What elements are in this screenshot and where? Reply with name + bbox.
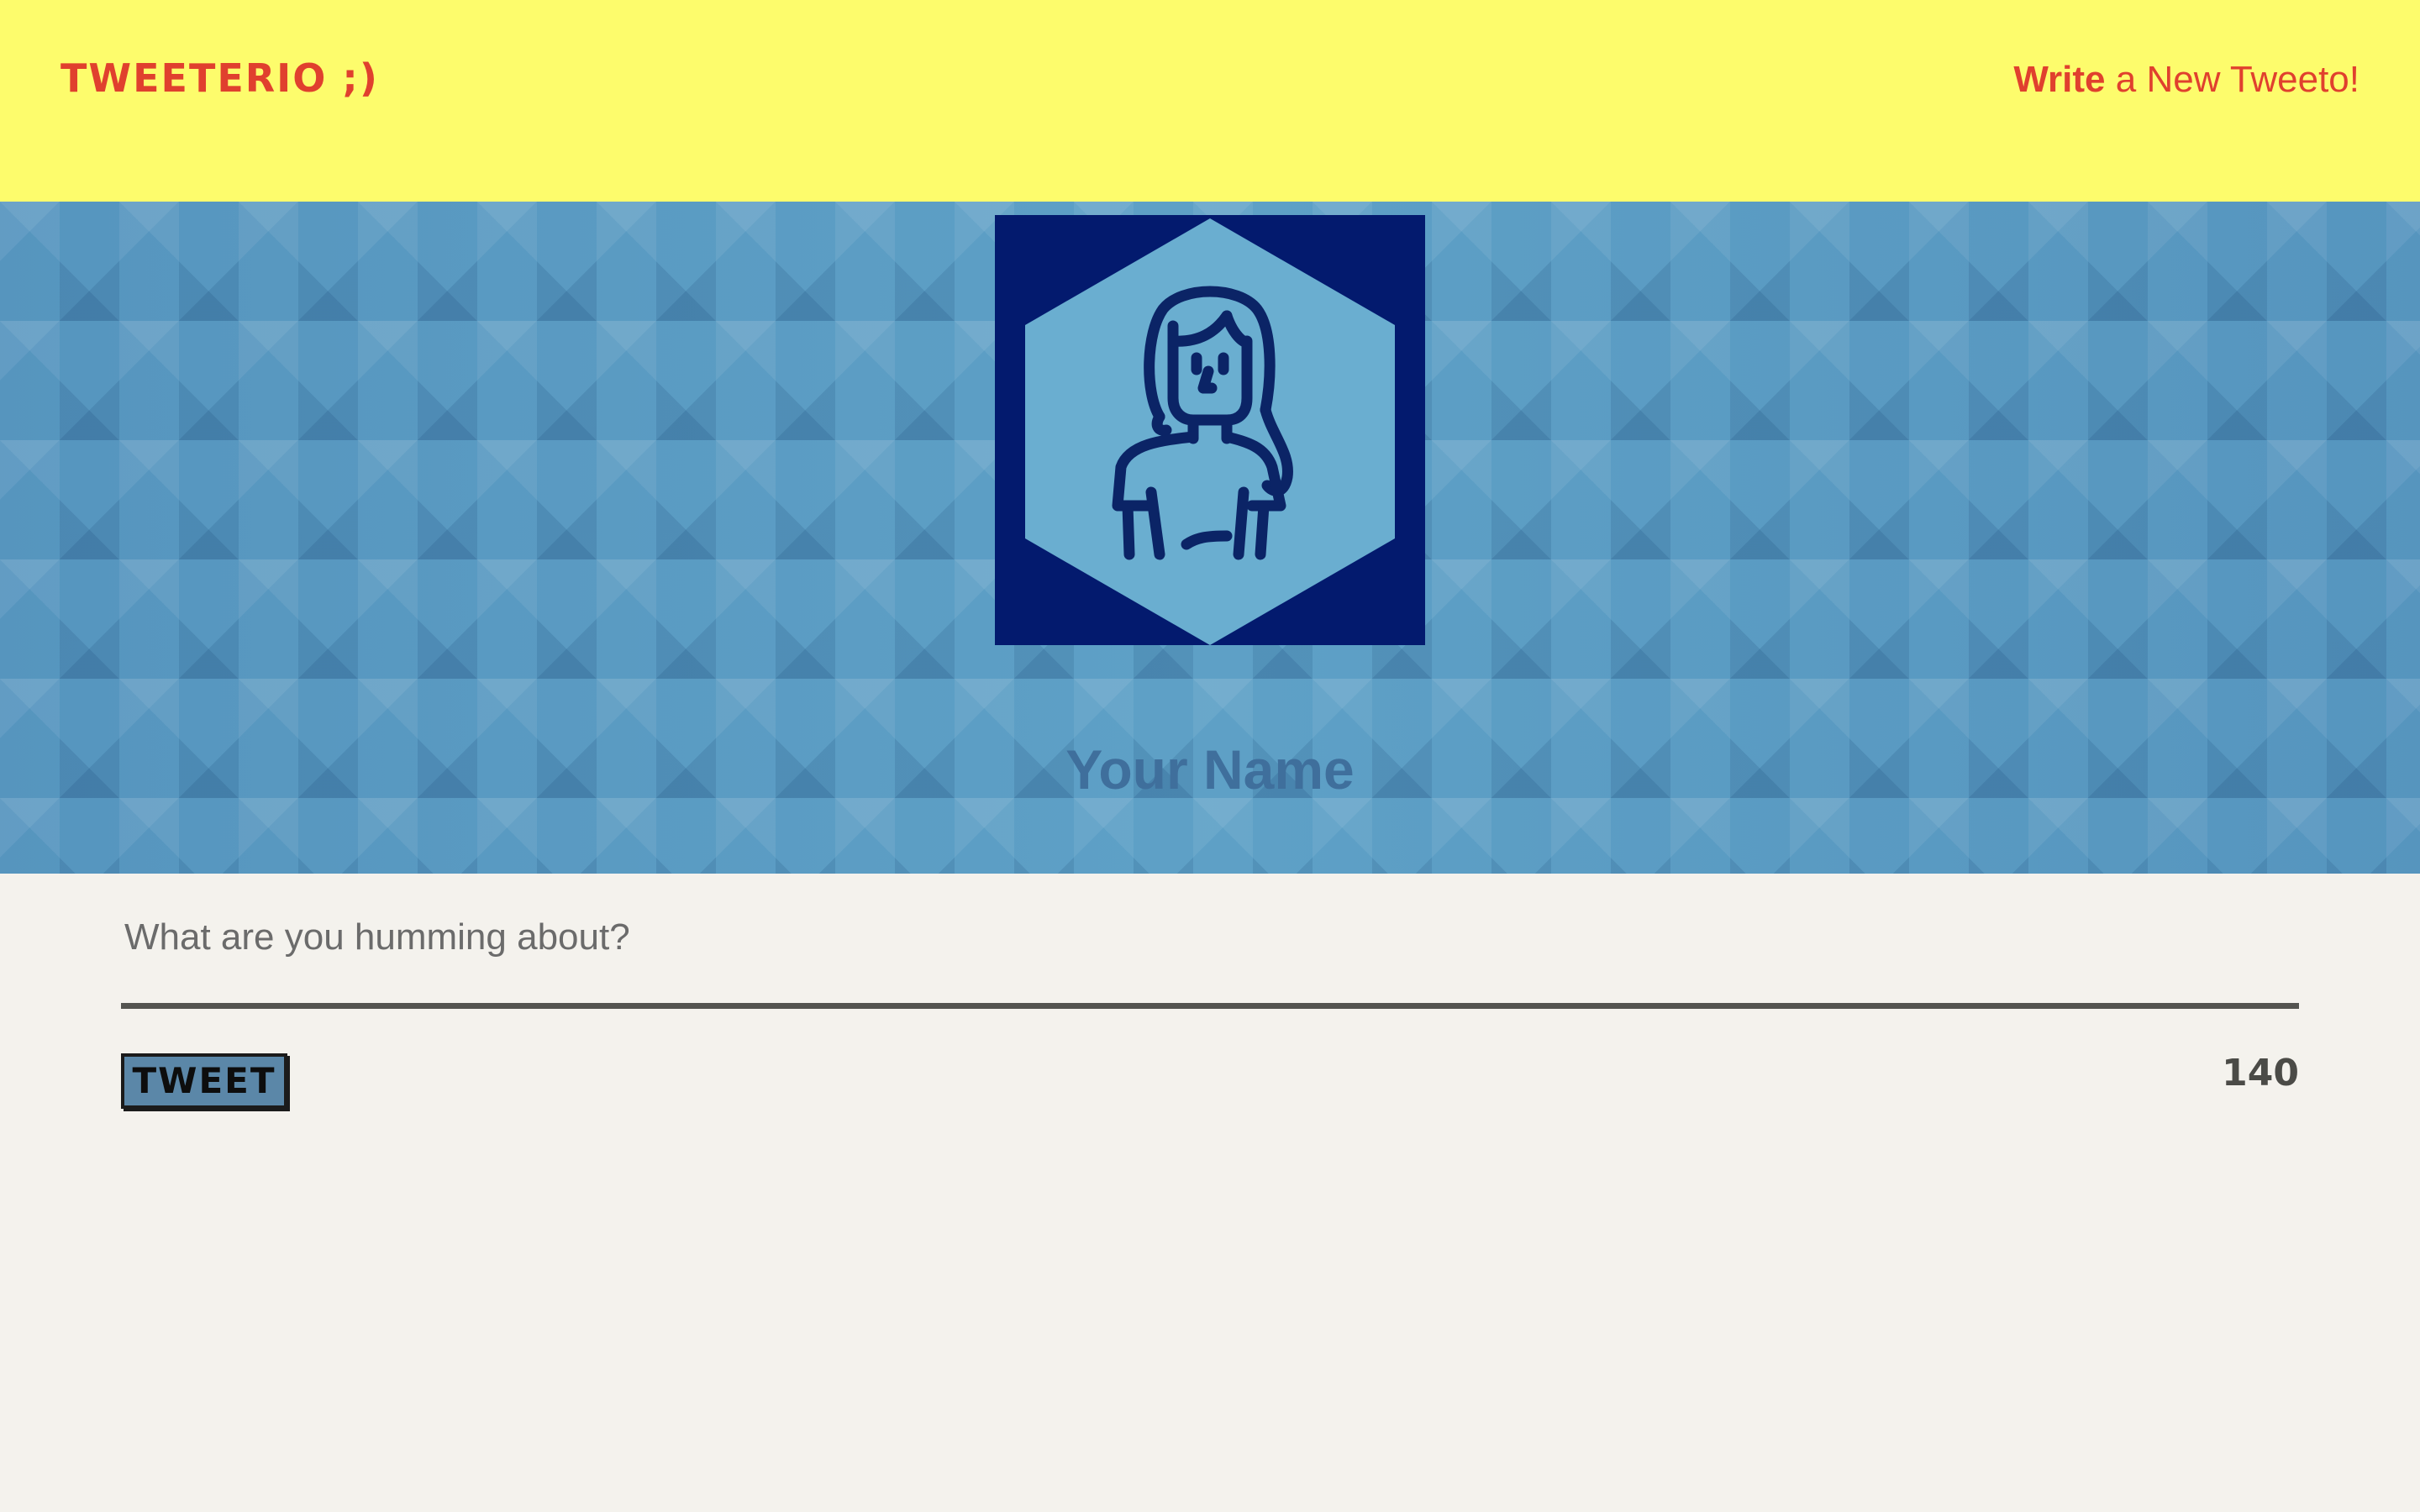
profile-name: Your Name — [1065, 738, 1355, 801]
character-counter: 140 — [2222, 1052, 2299, 1095]
tweet-input[interactable] — [121, 904, 2299, 971]
top-nav: TWEETERIO ;) Write a New Tweeto! — [0, 0, 2420, 202]
compose-link-rest: a New Tweeto! — [2105, 59, 2360, 100]
input-underline — [121, 1003, 2299, 1009]
tweet-button[interactable]: TWEET — [121, 1053, 287, 1109]
profile-header: Your Name — [0, 202, 2420, 874]
brand-logo[interactable]: TWEETERIO ;) — [60, 55, 379, 101]
compose-link-bold: Write — [2013, 59, 2106, 100]
woman-avatar-icon — [995, 215, 1425, 645]
write-new-tweet-link[interactable]: Write a New Tweeto! — [2013, 59, 2360, 101]
avatar — [995, 215, 1425, 645]
